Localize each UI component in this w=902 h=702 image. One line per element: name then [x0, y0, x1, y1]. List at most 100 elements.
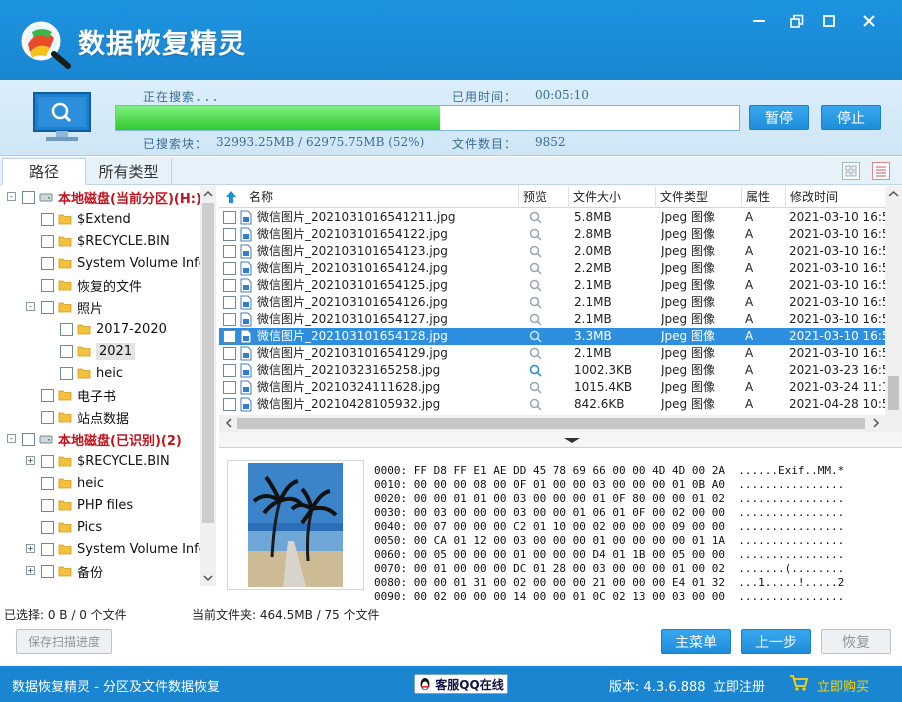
col-preview[interactable]: 预览 [519, 186, 569, 208]
save-scan-progress-button[interactable]: 保存扫描进度 [16, 629, 112, 654]
list-scroll-thumb[interactable] [888, 376, 899, 410]
tree-item[interactable]: Pics [41, 516, 102, 538]
file-row[interactable]: 微信图片_20210323165258.jpg 1002.3KB Jpeg 图像 A 2… [219, 362, 885, 379]
tree-checkbox[interactable] [41, 278, 54, 292]
col-attr[interactable]: 属性 [742, 186, 786, 208]
file-row[interactable]: 微信图片_202103101654129.jpg 2.1MB Jpeg 图像 A 202… [219, 345, 885, 362]
tree-item[interactable]: 2021 [60, 340, 136, 362]
list-hscroll-thumb[interactable] [237, 418, 865, 429]
scroll-right-icon[interactable] [869, 416, 883, 430]
panel-splitter[interactable] [219, 432, 902, 447]
file-checkbox[interactable] [223, 279, 236, 292]
file-row[interactable]: 微信图片_20210428105932.jpg 842.6KB Jpeg 图像 A 20… [219, 396, 885, 413]
list-hscrollbar[interactable] [219, 415, 902, 432]
file-row[interactable]: 微信图片_20210324111628.jpg 1015.4KB Jpeg 图像 A 2… [219, 379, 885, 396]
preview-magnifier-icon[interactable] [529, 296, 542, 309]
tree-item[interactable]: 站点数据 [41, 406, 129, 428]
file-checkbox[interactable] [223, 211, 236, 224]
file-checkbox[interactable] [223, 313, 236, 326]
collapse-icon[interactable]: - [7, 434, 16, 443]
stop-button[interactable]: 停止 [821, 105, 881, 130]
expand-icon[interactable]: + [26, 544, 35, 553]
tree-checkbox[interactable] [22, 190, 35, 204]
scroll-up-icon[interactable] [200, 186, 216, 202]
preview-magnifier-icon[interactable] [529, 330, 542, 343]
tree-checkbox[interactable] [60, 322, 73, 336]
tree-checkbox[interactable] [41, 300, 54, 314]
qq-support-button[interactable]: 客服QQ在线 [414, 674, 508, 694]
main-menu-button[interactable]: 主菜单 [661, 629, 731, 654]
tab-all-types[interactable]: 所有类型 [86, 158, 172, 185]
scroll-down-icon[interactable] [200, 570, 216, 586]
tree-checkbox[interactable] [41, 256, 54, 270]
tree-scrollbar[interactable] [200, 186, 216, 586]
collapse-icon[interactable]: - [26, 302, 35, 311]
preview-magnifier-icon[interactable] [529, 211, 542, 224]
tab-path[interactable]: 路径 [2, 158, 86, 185]
expand-icon[interactable]: + [26, 566, 35, 575]
file-checkbox[interactable] [223, 245, 236, 258]
tree-item[interactable]: System Volume Infc [41, 252, 206, 274]
col-modified[interactable]: 修改时间 [786, 186, 886, 208]
tree-item[interactable]: heic [41, 472, 104, 494]
preview-magnifier-icon[interactable] [529, 313, 542, 326]
preview-magnifier-icon[interactable] [529, 279, 542, 292]
scroll-up-icon[interactable] [885, 186, 902, 202]
file-row[interactable]: 微信图片_202103101654127.jpg 2.1MB Jpeg 图像 A 202… [219, 311, 885, 328]
file-checkbox[interactable] [223, 398, 236, 411]
collapse-arrow-icon[interactable] [562, 436, 582, 444]
preview-magnifier-icon[interactable] [529, 364, 542, 377]
tree-checkbox[interactable] [41, 454, 54, 468]
expand-icon[interactable]: + [26, 456, 35, 465]
preview-magnifier-icon[interactable] [529, 398, 542, 411]
col-type[interactable]: 文件类型 [656, 186, 742, 208]
minimize-icon[interactable] [748, 10, 770, 32]
tree-checkbox[interactable] [41, 542, 54, 556]
sort-up-arrow-icon[interactable] [225, 190, 237, 204]
tree-item[interactable]: 电子书 [41, 384, 116, 406]
tree-checkbox[interactable] [41, 410, 54, 424]
tree-item[interactable]: - 本地磁盘(当前分区)(H:) [7, 186, 202, 208]
scroll-left-icon[interactable] [222, 416, 236, 430]
tree-checkbox[interactable] [41, 476, 54, 490]
previous-step-button[interactable]: 上一步 [741, 629, 811, 654]
file-row[interactable]: 微信图片_202103101654123.jpg 2.0MB Jpeg 图像 A 202… [219, 243, 885, 260]
preview-magnifier-icon[interactable] [529, 347, 542, 360]
col-name[interactable]: 名称 [245, 186, 519, 208]
file-row[interactable]: 微信图片_202103101654121​1.jpg 5.8MB Jpeg 图像 A 2… [219, 209, 885, 226]
preview-magnifier-icon[interactable] [529, 381, 542, 394]
file-checkbox[interactable] [223, 364, 236, 377]
maximize-icon[interactable] [818, 10, 840, 32]
recover-button[interactable]: 恢复 [821, 629, 891, 654]
file-checkbox[interactable] [223, 347, 236, 360]
file-row[interactable]: 微信图片_202103101654126.jpg 2.1MB Jpeg 图像 A 202… [219, 294, 885, 311]
file-checkbox[interactable] [223, 296, 236, 309]
list-view-icon[interactable] [872, 162, 890, 180]
tree-checkbox[interactable] [60, 344, 73, 358]
preview-magnifier-icon[interactable] [529, 245, 542, 258]
tree-checkbox[interactable] [41, 234, 54, 248]
preview-magnifier-icon[interactable] [529, 262, 542, 275]
file-row[interactable]: 微信图片_202103101654122.jpg 2.8MB Jpeg 图像 A 202… [219, 226, 885, 243]
tree-checkbox[interactable] [60, 366, 73, 380]
file-row[interactable]: 微信图片_202103101654128.jpg 3.3MB Jpeg 图像 A 202… [219, 328, 885, 345]
col-size[interactable]: 文件大小 [569, 186, 656, 208]
tree-scroll-thumb[interactable] [202, 203, 214, 523]
tree-item[interactable]: heic [60, 362, 123, 384]
tree-checkbox[interactable] [22, 432, 35, 446]
tree-checkbox[interactable] [41, 520, 54, 534]
buy-now-link[interactable]: 立即购买 [817, 676, 869, 695]
tree-item[interactable]: + 备份 [26, 560, 103, 582]
file-checkbox[interactable] [223, 262, 236, 275]
pause-button[interactable]: 暂停 [749, 105, 809, 130]
tree-item[interactable]: - 照片 [26, 296, 103, 318]
preview-magnifier-icon[interactable] [529, 228, 542, 241]
tree-checkbox[interactable] [41, 388, 54, 402]
tree-item[interactable]: $RECYCLE.BIN [41, 230, 170, 252]
file-checkbox[interactable] [223, 381, 236, 394]
tree-checkbox[interactable] [41, 212, 54, 226]
shopping-cart-icon[interactable] [789, 674, 809, 692]
tree-item[interactable]: PHP files [41, 494, 133, 516]
restore-icon[interactable] [786, 10, 808, 32]
tree-item[interactable]: - 本地磁盘(已识别)(2) [7, 428, 182, 450]
